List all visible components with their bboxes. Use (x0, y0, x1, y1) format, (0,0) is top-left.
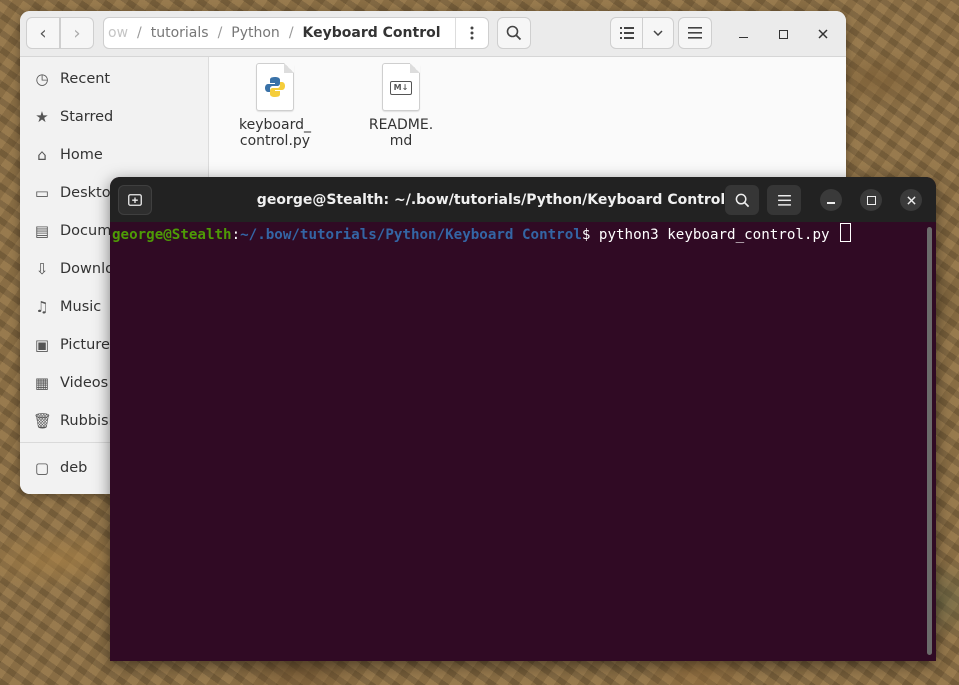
document-icon: ▤ (34, 222, 50, 240)
path-menu-button[interactable] (455, 18, 488, 48)
file-readme-md[interactable]: M↓ README. md (356, 63, 446, 149)
terminal-scrollbar[interactable] (927, 227, 932, 655)
markdown-badge-icon: M↓ (390, 81, 412, 95)
desktop-icon: ▭ (34, 184, 50, 202)
terminal-window[interactable]: george@Stealth: ~/.bow/tutorials/Python/… (110, 177, 936, 661)
close-icon (818, 29, 828, 39)
search-button[interactable] (497, 17, 531, 49)
list-view-icon[interactable] (611, 27, 642, 39)
minimize-icon (827, 202, 835, 204)
sidebar-item-label: Music (60, 299, 102, 315)
picture-icon: ▣ (34, 336, 50, 354)
file-name-line: README. (368, 117, 434, 133)
terminal-maximize-button[interactable] (860, 189, 882, 211)
minimize-icon (738, 36, 748, 39)
sidebar-item-label: deb (60, 460, 88, 476)
new-tab-icon (128, 194, 142, 206)
chevron-left-icon: ‹ (39, 22, 47, 44)
sidebar-item-home[interactable]: ⌂ Home (20, 136, 208, 174)
file-keyboard-control-py[interactable]: keyboard_ control.py (230, 63, 320, 149)
path-bar[interactable]: ow / tutorials / Python / Keyboard Contr… (103, 17, 489, 49)
terminal-output[interactable]: george@Stealth:~/.bow/tutorials/Python/K… (112, 223, 922, 653)
terminal-command: python3 keyboard_control.py (598, 227, 830, 243)
maximize-icon (866, 195, 876, 205)
path-segment-tutorials[interactable]: tutorials (142, 25, 218, 41)
trash-icon: 🗑 (33, 412, 53, 430)
video-icon: ▦ (34, 374, 50, 392)
sidebar-item-starred[interactable]: ★ Starred (20, 98, 208, 136)
main-menu-button[interactable] (678, 17, 712, 49)
sidebar-item-label: Videos (60, 375, 109, 391)
terminal-menu-button[interactable] (767, 185, 801, 215)
close-icon (906, 195, 916, 205)
terminal-cursor (840, 223, 852, 242)
music-icon: ♫ (35, 298, 49, 316)
sidebar-item-recent[interactable]: ◷ Recent (20, 60, 208, 98)
file-name-line: control.py (239, 133, 311, 149)
hamburger-icon (777, 194, 791, 206)
prompt-path: ~/.bow/tutorials/Python/Keyboard Control (240, 227, 582, 243)
search-icon (735, 193, 749, 207)
sidebar-item-label: Starred (60, 109, 114, 125)
star-icon: ★ (35, 108, 49, 126)
maximize-button[interactable] (771, 22, 795, 46)
path-segment-current[interactable]: Keyboard Control (294, 25, 450, 41)
back-button[interactable]: ‹ (26, 17, 60, 49)
forward-button[interactable]: › (60, 17, 94, 49)
file-name-line: md (389, 133, 413, 149)
sidebar-item-label: Home (60, 147, 103, 163)
new-tab-button[interactable] (118, 185, 152, 215)
prompt-symbol: $ (581, 227, 599, 243)
minimize-button[interactable] (731, 22, 755, 46)
python-file-icon (256, 63, 294, 111)
sidebar-item-label: Recent (60, 71, 111, 87)
prompt-user: george@Stealth (112, 227, 232, 243)
view-toggle-group[interactable] (610, 17, 674, 49)
terminal-close-button[interactable] (900, 189, 922, 211)
file-name-line: keyboard_ (239, 117, 311, 133)
terminal-minimize-button[interactable] (820, 189, 842, 211)
sidebar-item-label: Pictures (60, 337, 118, 353)
path-segment-python[interactable]: Python (222, 25, 289, 41)
folder-icon: ▢ (34, 459, 50, 477)
markdown-file-icon: M↓ (382, 63, 420, 111)
search-icon (506, 25, 522, 41)
hamburger-icon (688, 27, 702, 39)
chevron-down-icon[interactable] (642, 18, 673, 48)
terminal-search-button[interactable] (725, 185, 759, 215)
chevron-right-icon: › (73, 22, 81, 44)
terminal-header: george@Stealth: ~/.bow/tutorials/Python/… (110, 177, 936, 222)
home-icon: ⌂ (37, 146, 47, 164)
vertical-dots-icon (470, 26, 474, 40)
file-manager-header: ‹ › ow / tutorials / Python / Keyboard C… (20, 11, 846, 57)
terminal-title: george@Stealth: ~/.bow/tutorials/Python/… (256, 191, 726, 208)
prompt-colon: : (231, 227, 241, 243)
path-segment-partial[interactable]: ow (104, 25, 137, 41)
close-button[interactable] (811, 22, 835, 46)
clock-icon: ◷ (35, 70, 49, 88)
maximize-icon (778, 29, 788, 39)
download-icon: ⇩ (35, 260, 49, 278)
